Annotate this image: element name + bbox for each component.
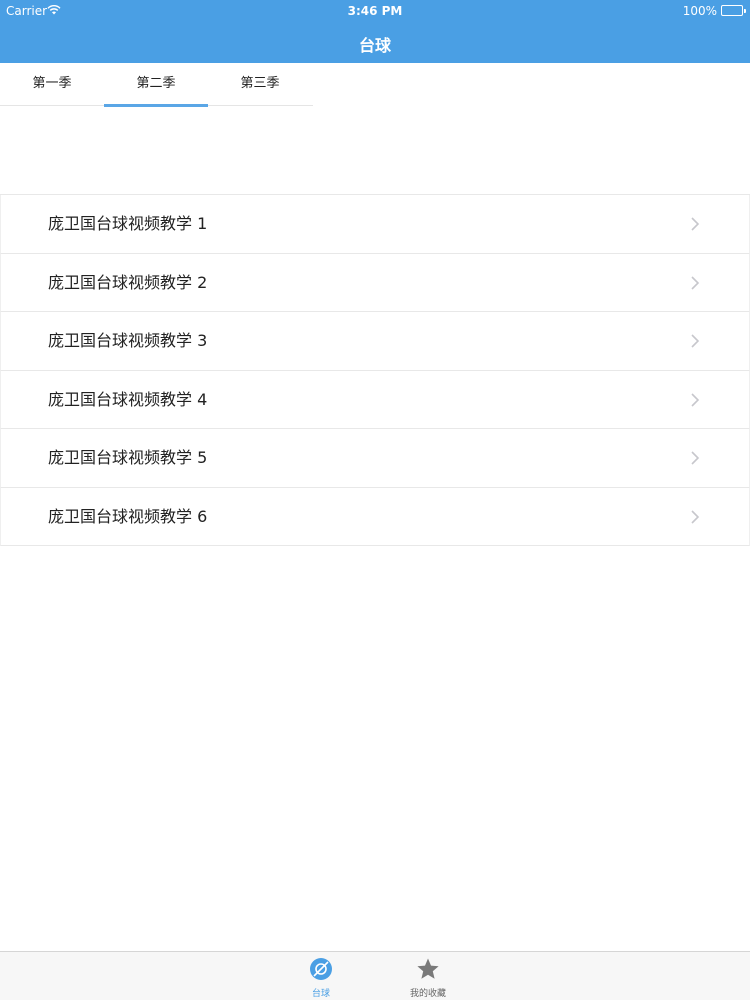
list-item-title: 庞卫国台球视频教学 2 [48, 272, 208, 292]
list-item[interactable]: 庞卫国台球视频教学 4 [0, 370, 750, 429]
list-item-title: 庞卫国台球视频教学 1 [48, 214, 208, 233]
chevron-right-icon [691, 217, 700, 231]
status-bar: Carrier 3:46 PM 100% [0, 0, 750, 22]
tab-label: 第一季 [32, 76, 72, 91]
list-item[interactable]: 庞卫国台球视频教学 3 [0, 312, 750, 371]
video-list: 庞卫国台球视频教学 1 庞卫国台球视频教学 2 庞卫国台球视频教学 3 庞卫国台… [0, 194, 750, 546]
tab-season-3[interactable]: 第三季 [208, 63, 312, 106]
tab-bar-item-favorites[interactable]: 我的收藏 [388, 952, 468, 1001]
tab-bar-item-billiards[interactable]: 台球 [281, 952, 361, 1001]
chevron-right-icon [691, 509, 700, 524]
tab-label: 第三季 [240, 76, 280, 91]
battery-percentage: 100% [682, 4, 717, 18]
list-item-title: 庞卫国台球视频教学 5 [48, 448, 208, 467]
list-item-title: 庞卫国台球视频教学 3 [48, 331, 208, 350]
list-item-title: 庞卫国台球视频教学 4 [48, 389, 208, 409]
season-tabs: 第一季 第二季 第三季 [0, 63, 313, 107]
battery-icon [721, 5, 746, 16]
chevron-right-icon [691, 451, 700, 465]
status-time: 3:46 PM [347, 4, 403, 18]
tab-label: 第二季 [136, 76, 176, 91]
tab-bar-label: 我的收藏 [409, 989, 446, 999]
navigation-header: Carrier 3:46 PM 100% 台球 [0, 0, 750, 63]
billiards-icon [310, 958, 332, 980]
list-item-title: 庞卫国台球视频教学 6 [48, 506, 208, 526]
list-item[interactable]: 庞卫国台球视频教学 6 [0, 487, 750, 546]
tab-season-2[interactable]: 第二季 [104, 63, 208, 107]
list-item[interactable]: 庞卫国台球视频教学 2 [0, 253, 750, 312]
chevron-right-icon [691, 275, 700, 290]
page-title: 台球 [358, 36, 391, 55]
list-item[interactable]: 庞卫国台球视频教学 1 [0, 195, 750, 254]
tab-season-1[interactable]: 第一季 [0, 63, 104, 106]
tab-bar-label: 台球 [311, 989, 330, 999]
list-item[interactable]: 庞卫国台球视频教学 5 [0, 429, 750, 488]
bottom-tab-bar: 台球 我的收藏 [0, 951, 750, 1000]
chevron-right-icon [691, 334, 700, 348]
star-icon [417, 958, 439, 979]
chevron-right-icon [691, 392, 700, 407]
